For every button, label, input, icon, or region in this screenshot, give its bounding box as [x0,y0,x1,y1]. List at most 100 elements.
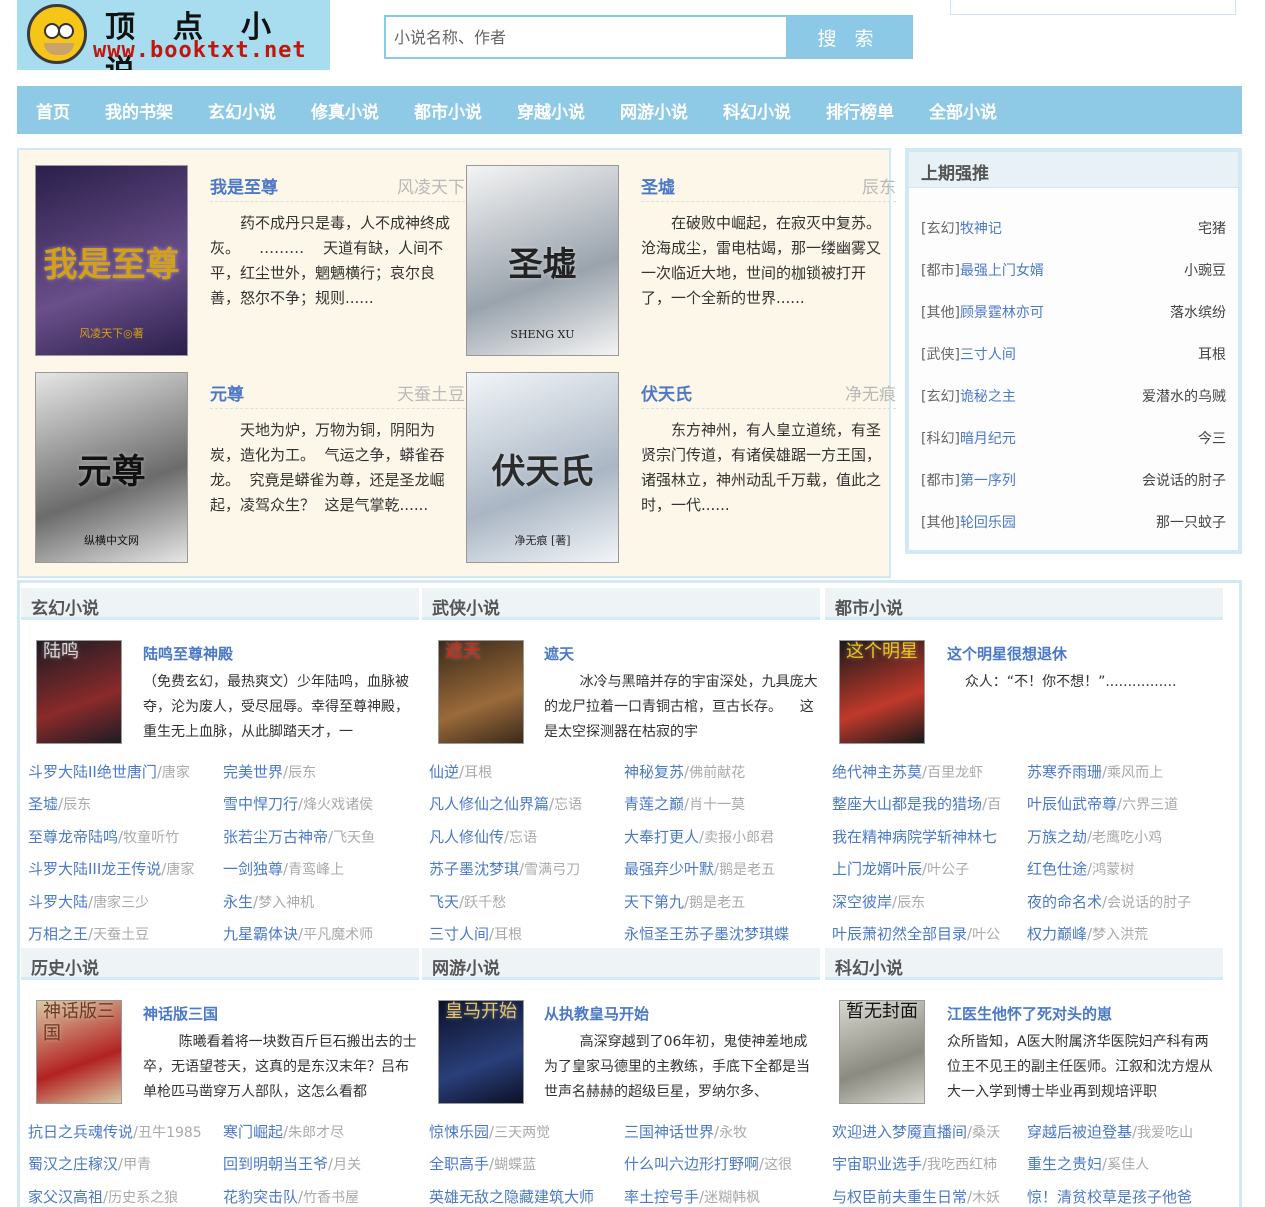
author-link[interactable]: 丑牛1985 [138,1125,202,1141]
author-link[interactable]: 辰东 [288,765,316,781]
book-link[interactable]: 绝代神主苏莫 [832,763,922,781]
author-link[interactable]: 六界三道 [1122,797,1178,813]
author-link[interactable]: 辰东 [897,895,925,911]
author-link[interactable]: 叶公 [972,927,1000,943]
author-link[interactable]: 佛前献花 [689,765,745,781]
book-link[interactable]: 叶辰萧初然全部目录 [832,925,967,943]
book-link[interactable]: 凡人修仙之仙界篇 [429,795,549,813]
nav-item[interactable]: 排行榜单 [826,98,894,123]
recommend-book-link[interactable]: 暗月纪元 [960,431,1016,447]
book-link[interactable]: 蜀汉之庄稼汉 [28,1155,118,1173]
author-link[interactable]: 鹅是老五 [689,895,745,911]
book-link[interactable]: 斗罗大陆 [28,893,88,911]
book-link[interactable]: 上门龙婿叶辰 [832,860,922,878]
author-link[interactable]: 耳根 [464,765,492,781]
nav-item[interactable]: 网游小说 [620,98,688,123]
book-link[interactable]: 神秘复苏 [624,763,684,781]
book-link[interactable]: 花豹突击队 [223,1188,298,1206]
author-link[interactable]: 乘风而上 [1107,765,1163,781]
author-link[interactable]: 竹香书屋 [303,1190,359,1206]
author-link[interactable]: 鸿蒙树 [1092,862,1134,878]
book-link[interactable]: 全职高手 [429,1155,489,1173]
author-link[interactable]: 迷糊韩枫 [704,1190,760,1206]
book-link[interactable]: 一剑独尊 [223,860,283,878]
category-book-cover[interactable]: 这个明星 [839,640,925,744]
book-link[interactable]: 我在精神病院学斩神林七 [832,828,997,846]
book-link[interactable]: 雪中悍刀行 [223,795,298,813]
book-link[interactable]: 家父汉高祖 [28,1188,103,1206]
book-title-link[interactable]: 伏天氏 [641,380,692,405]
book-link[interactable]: 英雄无敌之隐藏建筑大师 [429,1188,594,1206]
book-link[interactable]: 三国神话世界 [624,1123,714,1141]
author-link[interactable]: 卖报小郎君 [704,830,774,846]
book-title-link[interactable]: 圣墟 [641,173,675,198]
book-title-link[interactable]: 元尊 [210,380,244,405]
book-link[interactable]: 红色仕途 [1027,860,1087,878]
book-link[interactable]: 张若尘万古神帝 [223,828,328,846]
book-link[interactable]: 三寸人间 [429,925,489,943]
book-link[interactable]: 至尊龙帝陆鸣 [28,828,118,846]
book-link[interactable]: 万相之王 [28,925,88,943]
author-link[interactable]: 忘语 [509,830,537,846]
search-input[interactable] [386,17,786,57]
author-link[interactable]: 我吃西红柿 [927,1157,997,1173]
author-link[interactable]: 朱郎才尽 [288,1125,344,1141]
book-link[interactable]: 万族之劫 [1027,828,1087,846]
book-link[interactable]: 率土控号手 [624,1188,699,1206]
book-link[interactable]: 苏子墨沈梦琪 [429,860,519,878]
nav-item[interactable]: 科幻小说 [723,98,791,123]
author-link[interactable]: 桑沃 [972,1125,1000,1141]
author-link[interactable]: 雪满弓刀 [524,862,580,878]
author-link[interactable]: 肖十一莫 [689,797,745,813]
author-link[interactable]: 历史系之狼 [108,1190,178,1206]
nav-item[interactable]: 首页 [36,98,70,123]
recommend-book-link[interactable]: 诡秘之主 [960,389,1016,405]
author-link[interactable]: 忘语 [554,797,582,813]
author-link[interactable]: 鹅是老五 [719,862,775,878]
book-link[interactable]: 深空彼岸 [832,893,892,911]
book-link[interactable]: 回到明朝当王爷 [223,1155,328,1173]
book-link[interactable]: 惊悚乐园 [429,1123,489,1141]
book-link[interactable]: 叶辰仙武帝尊 [1027,795,1117,813]
book-link[interactable]: 宇宙职业选手 [832,1155,922,1173]
author-link[interactable]: 这很 [764,1157,792,1173]
author-link[interactable]: 唐家三少 [93,895,149,911]
category-book-cover[interactable]: 陆鸣 [36,640,122,744]
book-link[interactable]: 权力巅峰 [1027,925,1087,943]
author-link[interactable]: 木妖 [972,1190,1000,1206]
recommend-book-link[interactable]: 牧神记 [960,221,1002,237]
book-link[interactable]: 永恒圣王苏子墨沈梦琪蝶 [624,925,789,943]
nav-item[interactable]: 全部小说 [929,98,997,123]
book-link[interactable]: 天下第九 [624,893,684,911]
author-link[interactable]: 百里龙虾 [927,765,983,781]
nav-item[interactable]: 我的书架 [105,98,173,123]
author-link[interactable]: 百 [987,797,1001,813]
recommend-book-link[interactable]: 第一序列 [960,473,1016,489]
author-link[interactable]: 三天两觉 [494,1125,550,1141]
book-link[interactable]: 苏寒乔雨珊 [1027,763,1102,781]
author-link[interactable]: 耳根 [494,927,522,943]
book-link[interactable]: 斗罗大陆III龙王传说 [28,860,161,878]
book-link[interactable]: 夜的命名术 [1027,893,1102,911]
book-cover[interactable]: 伏天氏 净无痕 [著] [466,372,619,563]
author-link[interactable]: 平凡魔术师 [303,927,373,943]
category-feature-title[interactable]: 陆鸣至尊神殿 [143,643,233,664]
author-link[interactable]: 永牧 [719,1125,747,1141]
author-link[interactable]: 青鸾峰上 [288,862,344,878]
category-book-cover[interactable]: 遮天 [438,640,524,744]
category-book-cover[interactable]: 神话版三国 [36,1000,122,1104]
book-link[interactable]: 最强弃少叶默 [624,860,714,878]
book-link[interactable]: 穿越后被迫登基 [1027,1123,1132,1141]
author-link[interactable]: 辰东 [63,797,91,813]
nav-item[interactable]: 都市小说 [414,98,482,123]
recommend-book-link[interactable]: 三寸人间 [960,347,1016,363]
author-link[interactable]: 唐家 [162,765,190,781]
author-link[interactable]: 唐家 [166,862,194,878]
book-link[interactable]: 飞天 [429,893,459,911]
category-feature-title[interactable]: 江医生他怀了死对头的崽 [947,1003,1112,1024]
author-link[interactable]: 天蚕土豆 [93,927,149,943]
book-link[interactable]: 九星霸体诀 [223,925,298,943]
author-link[interactable]: 甲青 [123,1157,151,1173]
author-link[interactable]: 蝴蝶蓝 [494,1157,536,1173]
author-link[interactable]: 牧童听竹 [123,830,179,846]
